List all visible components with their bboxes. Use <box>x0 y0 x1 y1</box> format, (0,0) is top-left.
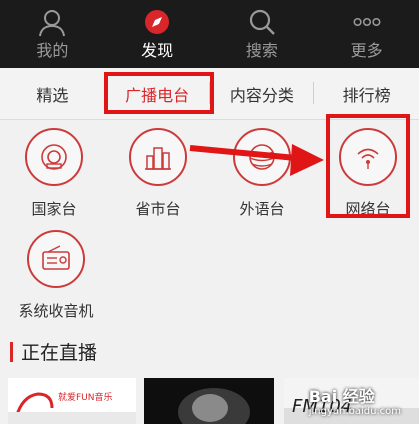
nav-item-discover[interactable]: 发现 <box>105 0 210 68</box>
tab-rankings[interactable]: 排行榜 <box>314 68 419 119</box>
more-dots-icon <box>351 6 383 38</box>
nav-label-more: 更多 <box>350 41 383 60</box>
search-icon <box>246 6 278 38</box>
radio-set-icon <box>27 230 85 288</box>
nav-label-discover: 发现 <box>141 41 174 60</box>
nav-item-search[interactable]: 搜索 <box>210 0 315 68</box>
annotation-arrow <box>188 138 328 188</box>
category-provincial[interactable]: 省市台 <box>120 128 196 219</box>
tab-categories-label: 内容分类 <box>229 85 294 105</box>
thumb-2-art <box>144 378 274 424</box>
compass-icon <box>141 6 173 38</box>
live-thumb-1[interactable]: 就爱FUN音乐 <box>8 378 136 424</box>
watermark-brand: Bai 经验 <box>308 387 375 406</box>
annotation-box-tab <box>104 72 214 114</box>
category-national[interactable]: 国家台 <box>16 128 92 219</box>
person-icon <box>36 6 68 38</box>
category-system-radio[interactable]: 系统收音机 <box>6 230 106 321</box>
annotation-box-network <box>326 114 410 218</box>
nav-label-search: 搜索 <box>245 41 278 60</box>
watermark-url: jingyan.baidu.com <box>308 406 401 417</box>
tab-rankings-label: 排行榜 <box>342 85 391 105</box>
nav-label-mine: 我的 <box>36 41 69 60</box>
live-thumb-2[interactable] <box>144 378 274 424</box>
nav-item-mine[interactable]: 我的 <box>0 0 105 68</box>
category-label: 省市台 <box>135 200 181 218</box>
category-label: 国家台 <box>31 200 77 218</box>
section-title: 正在直播 <box>21 342 98 364</box>
nav-item-more[interactable]: 更多 <box>314 0 419 68</box>
category-label: 系统收音机 <box>18 302 94 320</box>
thumb-1-caption: 就爱FUN音乐 <box>58 393 113 403</box>
radio-icon <box>25 128 83 186</box>
city-icon <box>129 128 187 186</box>
category-label: 外语台 <box>239 200 285 218</box>
tab-featured-label: 精选 <box>36 85 69 105</box>
section-live-now: 正在直播 <box>10 338 97 365</box>
watermark: Bai 经验 jingyan.baidu.com <box>309 388 401 418</box>
tab-featured[interactable]: 精选 <box>0 68 105 119</box>
tab-categories[interactable]: 内容分类 <box>210 68 315 119</box>
section-accent-bar <box>10 341 13 362</box>
top-nav-bar: 我的 发现 搜索 更多 <box>0 0 419 68</box>
